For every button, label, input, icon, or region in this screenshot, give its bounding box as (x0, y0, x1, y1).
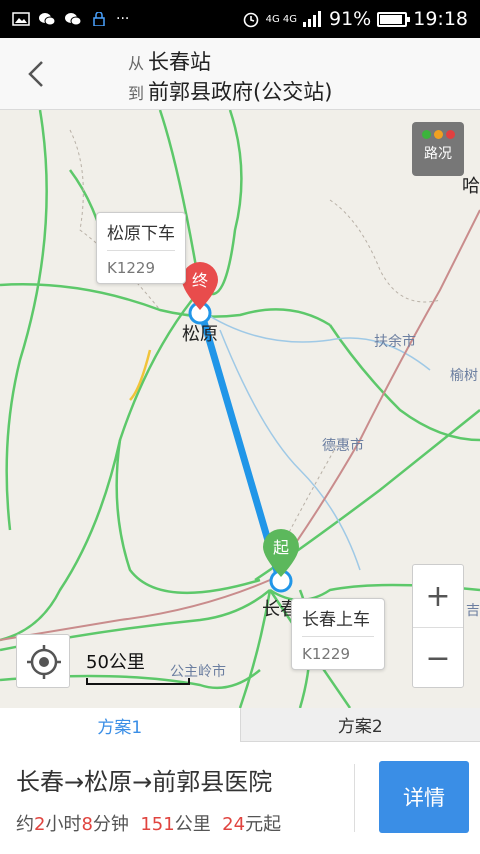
locate-button[interactable] (16, 634, 70, 688)
locate-icon (27, 645, 61, 679)
image-icon (12, 12, 30, 26)
scale-bar (86, 678, 190, 685)
railway (0, 209, 480, 641)
city-songyuan: 松原 (182, 324, 218, 345)
alight-title: 松原下车 (107, 219, 175, 251)
traffic-dot-green (421, 130, 431, 139)
plan-summary[interactable]: 长春→松原→前郭县医院 约2小时8分钟 151公里 24元起 详情 (0, 742, 480, 854)
minutes-unit: 分钟 (92, 814, 129, 835)
signal-icon (303, 11, 321, 27)
scale-label: 50公里 (86, 652, 145, 673)
vpn-icon (93, 12, 105, 26)
battery-fill (380, 14, 403, 24)
zoom-in-button[interactable]: + (413, 565, 463, 627)
distance-value: 151 (140, 814, 175, 835)
route-origin: 从 长春站 (128, 46, 211, 76)
plan-tabs: 方案1 方案2 (0, 708, 480, 742)
wechat-icon (65, 13, 82, 26)
from-prefix: 从 (128, 54, 145, 73)
to-prefix: 到 (128, 84, 145, 103)
alarm-icon (243, 12, 258, 28)
traffic-light-icon (412, 130, 464, 139)
duration-minutes: 8 (81, 814, 93, 835)
traffic-dot-red (445, 130, 455, 139)
board-train: K1229 (302, 645, 351, 663)
info-prefix: 约 (16, 814, 34, 835)
city-fuyu: 扶余市 (374, 334, 416, 350)
alight-callout[interactable]: 松原下车 K1229 (96, 212, 186, 284)
city-ji: 吉 (466, 603, 480, 619)
map-view[interactable]: 终 起 松原 长春 扶余市 德惠市 榆树 公主岭市 哈 吉 路况 松原下车 K1… (0, 110, 480, 708)
plan-info: 约2小时8分钟 151公里 24元起 (16, 810, 281, 836)
status-bar: ··· 4G 4G 91% 19:18 (0, 0, 480, 38)
destination-name: 前郭县政府(公交站) (148, 80, 333, 104)
board-callout[interactable]: 长春上车 K1229 (291, 598, 385, 670)
more-icon: ··· (116, 11, 130, 27)
end-marker-label: 终 (192, 272, 208, 290)
details-button[interactable]: 详情 (379, 761, 469, 833)
alight-train: K1229 (107, 259, 156, 277)
screen: ··· 4G 4G 91% 19:18 从 长春站 到 前郭县政府(公交站) 终… (0, 0, 480, 854)
tab-plan-2[interactable]: 方案2 (239, 708, 480, 742)
back-arrow-icon[interactable] (22, 56, 52, 92)
map-scale: 50公里 (86, 648, 190, 685)
map-canvas: 终 起 (0, 110, 480, 708)
traffic-toggle-button[interactable]: 路况 (412, 122, 464, 176)
plan-title: 长春→松原→前郭县医院 (16, 768, 273, 796)
city-yushu: 榆树 (450, 368, 478, 384)
city-dehui: 德惠市 (322, 438, 364, 454)
zoom-out-button[interactable]: − (413, 627, 463, 689)
duration-hours: 2 (34, 814, 46, 835)
distance-unit: 公里 (174, 814, 211, 835)
wechat-icon (39, 13, 56, 26)
board-title: 长春上车 (302, 605, 374, 637)
route-header: 从 长春站 到 前郭县政府(公交站) (0, 38, 480, 110)
tab-plan-1[interactable]: 方案1 (0, 708, 240, 742)
end-marker-icon: 终 (182, 262, 218, 310)
status-icons-right: 4G 4G 91% 19:18 (242, 8, 468, 30)
route-destination: 到 前郭县政府(公交站) (128, 76, 332, 106)
traffic-label: 路况 (424, 146, 452, 162)
zoom-control: + − (412, 564, 464, 688)
start-marker-label: 起 (273, 539, 289, 557)
clock: 19:18 (413, 8, 468, 30)
price-value: 24 (222, 814, 246, 835)
origin-name: 长春站 (148, 50, 212, 74)
city-ha: 哈 (462, 176, 480, 197)
highway-network (0, 110, 480, 708)
battery-icon (377, 11, 411, 27)
hours-unit: 小时 (45, 814, 82, 835)
price-unit: 元起 (245, 814, 282, 835)
status-icons-left: ··· (12, 11, 129, 27)
traffic-dot-yellow (433, 130, 443, 139)
network-type: 4G 4G (265, 13, 297, 25)
battery-percent: 91% (329, 8, 372, 30)
divider (354, 764, 355, 832)
